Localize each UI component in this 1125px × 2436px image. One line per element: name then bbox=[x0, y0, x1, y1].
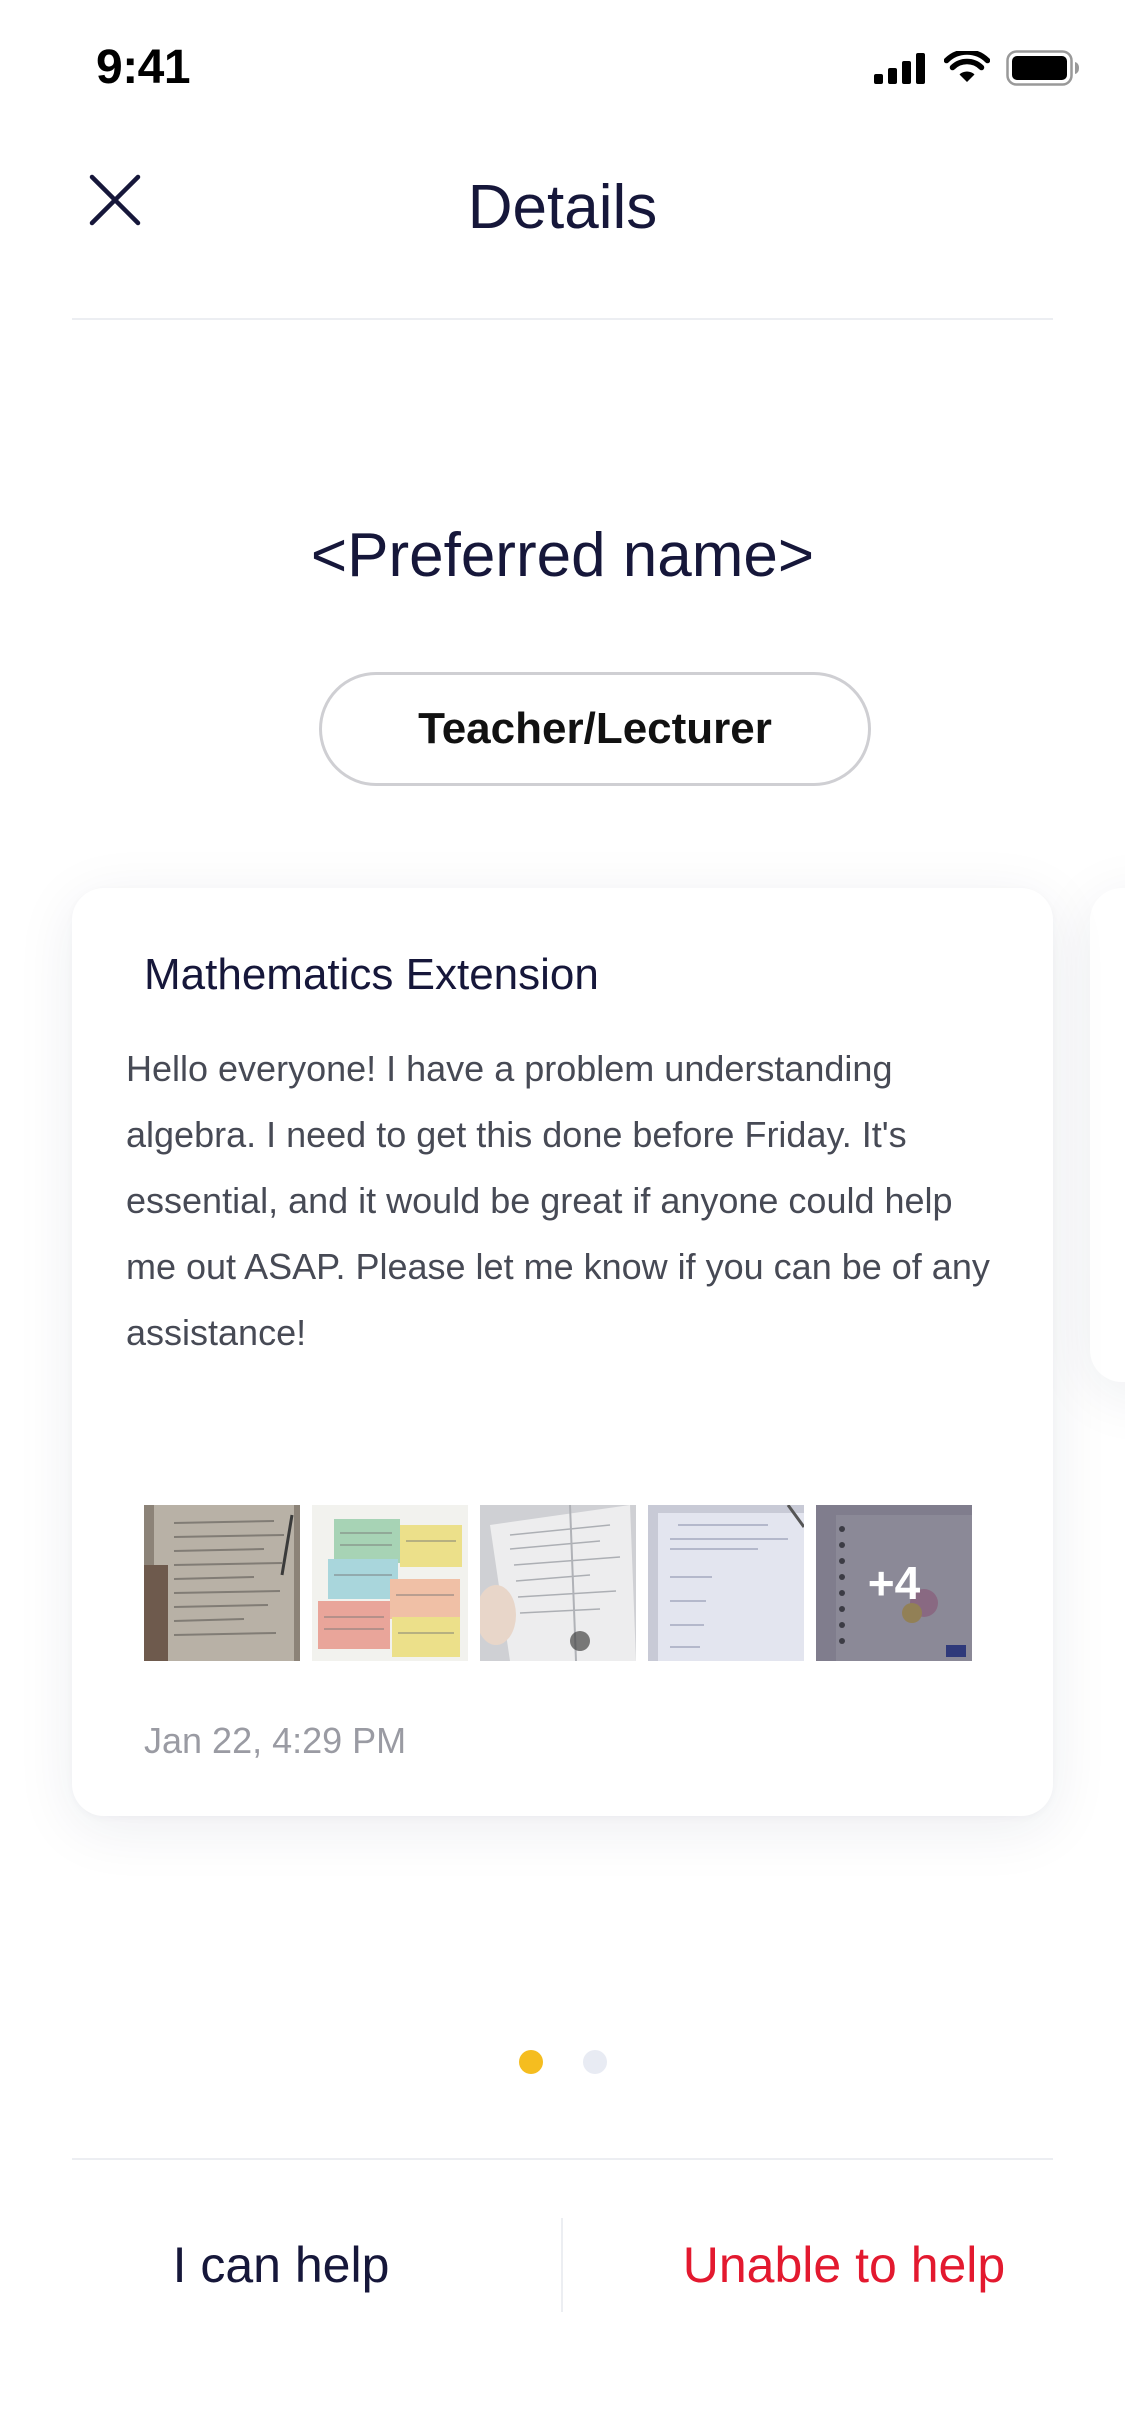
attachment-more-thumbnail[interactable]: +4 bbox=[816, 1505, 972, 1661]
pagination-dot[interactable] bbox=[582, 2050, 607, 2074]
battery-icon bbox=[1006, 50, 1080, 91]
preferred-name: <Preferred name> bbox=[310, 521, 815, 590]
status-bar: 9:41 bbox=[0, 0, 1125, 135]
pagination-dot-active[interactable] bbox=[518, 2050, 543, 2074]
header: Details bbox=[0, 135, 1125, 320]
card-message: Hello everyone! I have a problem underst… bbox=[126, 1048, 990, 1353]
card-timestamp: Jan 22, 4:29 PM bbox=[144, 1720, 407, 1761]
attachment-thumbnail[interactable] bbox=[648, 1505, 804, 1661]
cellular-signal-icon bbox=[874, 52, 928, 89]
header-divider bbox=[72, 318, 1053, 320]
more-attachments-count: +4 bbox=[816, 1505, 972, 1661]
attachment-thumbnails: +4 bbox=[144, 1505, 972, 1661]
wifi-icon bbox=[943, 49, 991, 90]
details-screen: 9:41 Details <Preferred name> Teacher/Le… bbox=[0, 0, 1125, 2436]
role-badge: Teacher/Lecturer bbox=[319, 672, 871, 786]
request-card[interactable]: Mathematics Extension Hello everyone! I … bbox=[72, 888, 1053, 1816]
unable-to-help-button[interactable]: Unable to help bbox=[563, 2160, 1125, 2370]
status-time: 9:41 bbox=[96, 41, 191, 94]
card-subject: Mathematics Extension bbox=[144, 950, 599, 999]
status-icons bbox=[874, 49, 1080, 91]
next-card-peek[interactable] bbox=[1090, 888, 1125, 1382]
page-title: Details bbox=[467, 173, 658, 242]
attachment-thumbnail[interactable] bbox=[312, 1505, 468, 1661]
attachment-thumbnail[interactable] bbox=[144, 1505, 300, 1661]
action-bar: I can help Unable to help bbox=[0, 2160, 1125, 2370]
attachment-thumbnail[interactable] bbox=[480, 1505, 636, 1661]
i-can-help-button[interactable]: I can help bbox=[0, 2160, 562, 2370]
carousel-pagination bbox=[0, 2050, 1125, 2074]
